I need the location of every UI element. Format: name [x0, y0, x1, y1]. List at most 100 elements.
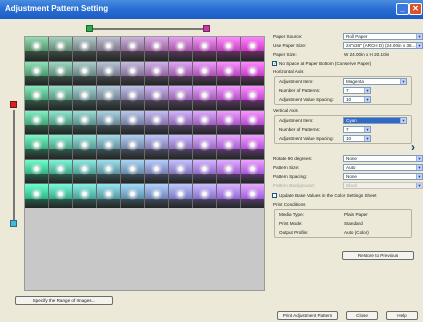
help-button[interactable]: Help	[386, 311, 418, 320]
pattern-thumbnail	[241, 159, 264, 184]
v-number-of-patterns-value: 7	[346, 127, 349, 132]
pattern-thumbnail	[49, 61, 72, 86]
no-space-label: No Space at Paper Bottom (Conserve Paper…	[279, 61, 372, 66]
pattern-thumbnail	[49, 86, 72, 110]
pattern-thumbnail	[241, 86, 264, 110]
pattern-thumbnail	[169, 159, 192, 184]
minimize-button[interactable]: _	[396, 3, 409, 15]
close-button[interactable]: Close	[346, 311, 378, 320]
pattern-thumbnail	[25, 135, 48, 159]
pattern-thumbnail	[145, 110, 168, 135]
window-title: Adjustment Pattern Setting	[5, 4, 109, 13]
cyan-slider-thumb[interactable]	[10, 220, 17, 227]
chevron-down-icon: ▼	[364, 97, 370, 102]
pattern-thumbnail	[241, 37, 264, 61]
pattern-thumbnail	[73, 184, 96, 208]
v-value-spacing-value: 10	[346, 136, 352, 141]
vertical-axis-title: Vertical Axis	[273, 108, 298, 113]
magenta-slider-thumb[interactable]	[203, 25, 210, 32]
v-number-of-patterns-select[interactable]: 7 ▼	[343, 126, 371, 133]
pattern-spacing-label: Pattern Spacing:	[273, 174, 307, 179]
chevron-down-icon: ▼	[416, 156, 422, 161]
close-window-button[interactable]: ✕	[409, 3, 422, 15]
chevron-down-icon: ▼	[416, 34, 422, 39]
print-mode-label: Print Mode:	[279, 221, 303, 226]
pattern-thumbnail	[121, 86, 144, 110]
pattern-thumbnail	[193, 110, 216, 135]
pattern-thumbnail	[169, 135, 192, 159]
pattern-thumbnail	[25, 37, 48, 61]
green-slider-thumb[interactable]	[86, 25, 93, 32]
pattern-thumbnail	[121, 184, 144, 208]
rotate-select[interactable]: None ▼	[343, 155, 423, 162]
pattern-thumbnail	[217, 184, 240, 208]
v-value-spacing-label: Adjustment Value Spacing:	[279, 136, 334, 141]
pattern-thumbnail	[97, 135, 120, 159]
pattern-size-select[interactable]: Auto ▼	[343, 164, 423, 171]
pattern-thumbnail	[241, 110, 264, 135]
pattern-thumbnail	[73, 159, 96, 184]
chevron-right-icon[interactable]: ›	[411, 140, 415, 154]
print-mode-value: Standard	[344, 221, 363, 226]
pattern-thumbnail	[193, 37, 216, 61]
pattern-thumbnail	[145, 135, 168, 159]
pattern-thumbnail	[97, 61, 120, 86]
pattern-thumbnail	[25, 61, 48, 86]
h-number-of-patterns-select[interactable]: 7 ▼	[343, 87, 371, 94]
v-number-of-patterns-label: Number of Patterns:	[279, 127, 321, 132]
pattern-thumbnail	[169, 86, 192, 110]
title-bar: Adjustment Pattern Setting _ ✕	[0, 0, 423, 19]
h-value-spacing-select[interactable]: 10 ▼	[343, 96, 371, 103]
h-number-of-patterns-label: Number of Patterns:	[279, 88, 321, 93]
paper-source-select[interactable]: Roll Paper ▼	[343, 33, 423, 40]
pattern-thumbnail	[241, 184, 264, 208]
print-conditions-title: Print Conditions	[273, 202, 306, 207]
pattern-thumbnail	[97, 159, 120, 184]
pattern-thumbnail	[193, 86, 216, 110]
pattern-preview	[24, 36, 265, 291]
use-paper-size-select[interactable]: 24"x36" (ARCH D) (24.00in x 36.... ▼	[343, 42, 423, 49]
pattern-thumbnail	[73, 110, 96, 135]
output-profile-value: Auto (Color)	[344, 230, 369, 235]
horizontal-range-slider[interactable]	[89, 28, 206, 30]
media-type-label: Media Type:	[279, 212, 304, 217]
horizontal-axis-title: Horizontal Axis	[273, 69, 304, 74]
red-slider-thumb[interactable]	[10, 101, 17, 108]
pattern-thumbnail	[217, 135, 240, 159]
chevron-down-icon: ▼	[416, 43, 422, 48]
specify-range-button[interactable]: Specify the Range of Images...	[15, 296, 113, 305]
pattern-thumbnail	[97, 86, 120, 110]
pattern-thumbnail	[121, 110, 144, 135]
pattern-thumbnail	[217, 61, 240, 86]
no-space-checkbox[interactable]: ✓	[272, 61, 277, 67]
pattern-thumbnail	[145, 37, 168, 61]
pattern-thumbnail	[49, 135, 72, 159]
paper-size-label: Paper Size:	[273, 52, 297, 57]
print-adjustment-pattern-button[interactable]: Print Adjustment Pattern	[277, 311, 338, 320]
pattern-thumbnail	[73, 86, 96, 110]
chevron-down-icon: ▼	[416, 174, 422, 179]
pattern-spacing-value: None	[346, 174, 357, 179]
pattern-thumbnail	[145, 159, 168, 184]
chevron-down-icon: ▼	[364, 136, 370, 141]
v-adjustment-item-select[interactable]: Cyan ▼	[343, 117, 407, 124]
pattern-thumbnail	[193, 184, 216, 208]
pattern-thumbnail	[25, 159, 48, 184]
pattern-thumbnail	[97, 184, 120, 208]
chevron-down-icon: ▼	[400, 118, 406, 123]
chevron-down-icon: ▼	[416, 165, 422, 170]
pattern-thumbnail	[121, 37, 144, 61]
chevron-down-icon: ▼	[400, 79, 406, 84]
restore-to-previous-button[interactable]: Restore to Previous	[342, 251, 414, 260]
pattern-thumbnail	[193, 135, 216, 159]
pattern-thumbnail	[241, 61, 264, 86]
h-adjustment-item-select[interactable]: Magenta ▼	[343, 78, 407, 85]
pattern-thumbnail	[121, 159, 144, 184]
pattern-background-select: Black ▼	[343, 182, 423, 189]
v-value-spacing-select[interactable]: 10 ▼	[343, 135, 371, 142]
vertical-range-slider[interactable]	[13, 110, 15, 222]
update-base-checkbox[interactable]	[272, 193, 277, 198]
paper-source-label: Paper Source:	[273, 34, 303, 39]
pattern-thumbnail	[121, 135, 144, 159]
pattern-spacing-select[interactable]: None ▼	[343, 173, 423, 180]
